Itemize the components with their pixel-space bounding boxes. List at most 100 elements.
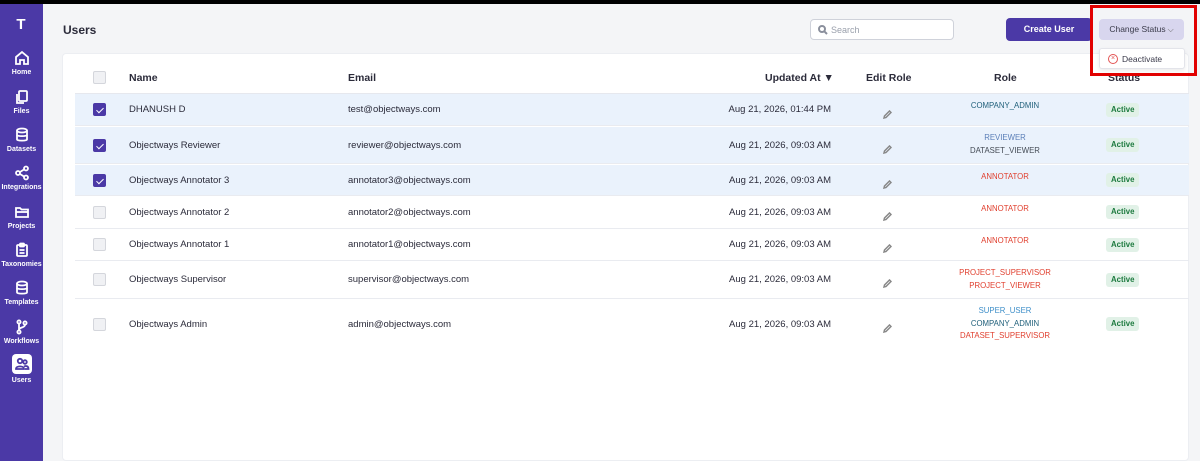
user-email: admin@objectways.com bbox=[348, 319, 452, 330]
column-header-updated-label: Updated At bbox=[765, 72, 821, 84]
role-tag: PROJECT_SUPERVISOR bbox=[959, 268, 1051, 277]
app-logo[interactable]: T bbox=[9, 13, 33, 37]
role-tag: SUPER_USER bbox=[978, 306, 1032, 315]
updated-at: Aug 21, 2026, 09:03 AM bbox=[729, 175, 831, 186]
search-box[interactable] bbox=[810, 19, 954, 40]
role-tag: COMPANY_ADMIN bbox=[970, 101, 1040, 110]
row-checkbox[interactable] bbox=[93, 139, 106, 152]
create-user-button[interactable]: Create User bbox=[1006, 18, 1092, 41]
role-tag: DATASET_VIEWER bbox=[970, 145, 1040, 155]
edit-role-pencil-icon[interactable] bbox=[882, 176, 893, 190]
sidebar-item-datasets[interactable]: Datasets bbox=[0, 127, 43, 153]
sidebar-item-users[interactable]: Users bbox=[0, 354, 43, 384]
layers-icon bbox=[12, 280, 32, 296]
sidebar-item-integrations[interactable]: Integrations bbox=[0, 165, 43, 191]
role-tag: COMPANY_ADMIN bbox=[970, 318, 1040, 328]
updated-at: Aug 21, 2026, 01:44 PM bbox=[728, 104, 831, 115]
updated-at: Aug 21, 2026, 09:03 AM bbox=[729, 140, 831, 151]
role-list: ANNOTATOR bbox=[935, 235, 1075, 248]
edit-role-pencil-icon[interactable] bbox=[882, 320, 893, 334]
sidebar-item-taxonomies[interactable]: Taxonomies bbox=[0, 242, 43, 268]
status-badge: Active bbox=[1106, 273, 1140, 287]
window-top-bar bbox=[0, 0, 1200, 4]
row-checkbox[interactable] bbox=[93, 206, 106, 219]
user-name: Objectways Annotator 3 bbox=[129, 175, 230, 186]
edit-role-pencil-icon[interactable] bbox=[882, 240, 893, 254]
sidebar-item-label: Users bbox=[11, 377, 32, 384]
sidebar-item-templates[interactable]: Templates bbox=[0, 280, 43, 306]
user-email: annotator3@objectways.com bbox=[348, 175, 471, 186]
role-list: PROJECT_SUPERVISOR PROJECT_VIEWER bbox=[935, 267, 1075, 292]
role-tag: REVIEWER bbox=[984, 133, 1026, 142]
sort-desc-icon[interactable]: ▼ bbox=[824, 72, 834, 84]
users-icon bbox=[11, 354, 32, 374]
role-tag: DATASET_SUPERVISOR bbox=[959, 331, 1051, 340]
column-header-updated[interactable]: Updated At ▼ bbox=[765, 72, 834, 84]
sidebar-item-files[interactable]: Files bbox=[0, 89, 43, 115]
column-header-edit-role: Edit Role bbox=[866, 72, 912, 84]
user-name: DHANUSH D bbox=[129, 104, 186, 115]
role-tag: ANNOTATOR bbox=[981, 204, 1029, 213]
user-name: Objectways Supervisor bbox=[129, 274, 227, 285]
edit-role-pencil-icon[interactable] bbox=[882, 275, 893, 289]
sidebar-item-label: Integrations bbox=[1, 184, 42, 191]
user-email: test@objectways.com bbox=[348, 104, 441, 115]
role-list: SUPER_USER COMPANY_ADMIN DATASET_SUPERVI… bbox=[935, 305, 1075, 343]
search-icon bbox=[818, 25, 828, 35]
role-tag: PROJECT_VIEWER bbox=[969, 280, 1041, 290]
page-title: Users bbox=[63, 23, 97, 37]
select-all-checkbox[interactable] bbox=[93, 71, 106, 84]
row-checkbox[interactable] bbox=[93, 103, 106, 116]
sidebar: T Home Files Datasets Integrations Proje… bbox=[0, 4, 43, 461]
search-input[interactable] bbox=[831, 22, 949, 37]
status-badge: Active bbox=[1106, 238, 1140, 252]
clipboard-icon bbox=[12, 242, 32, 258]
user-name: Objectways Reviewer bbox=[129, 140, 221, 151]
sidebar-item-label: Workflows bbox=[3, 338, 40, 345]
updated-at: Aug 21, 2026, 09:03 AM bbox=[729, 274, 831, 285]
row-checkbox[interactable] bbox=[93, 238, 106, 251]
sidebar-item-label: Home bbox=[11, 69, 32, 76]
role-tag: ANNOTATOR bbox=[981, 172, 1029, 181]
role-tag: ANNOTATOR bbox=[981, 236, 1029, 245]
sidebar-item-label: Files bbox=[13, 108, 30, 115]
user-email: annotator2@objectways.com bbox=[348, 207, 471, 218]
row-checkbox[interactable] bbox=[93, 318, 106, 331]
status-badge: Active bbox=[1106, 173, 1140, 187]
folder-icon bbox=[12, 204, 32, 220]
sidebar-item-workflows[interactable]: Workflows bbox=[0, 319, 43, 345]
row-checkbox[interactable] bbox=[93, 273, 106, 286]
column-header-email[interactable]: Email bbox=[348, 72, 376, 84]
sidebar-item-label: Projects bbox=[7, 223, 36, 230]
user-email: annotator1@objectways.com bbox=[348, 239, 471, 250]
files-icon bbox=[12, 89, 32, 105]
updated-at: Aug 21, 2026, 09:03 AM bbox=[729, 207, 831, 218]
git-branch-icon bbox=[12, 319, 32, 335]
column-header-role: Role bbox=[994, 72, 1017, 84]
role-list: ANNOTATOR bbox=[935, 171, 1075, 184]
user-email: reviewer@objectways.com bbox=[348, 140, 462, 151]
share-icon bbox=[12, 165, 32, 181]
user-name: Objectways Annotator 2 bbox=[129, 207, 230, 218]
sidebar-item-label: Taxonomies bbox=[1, 261, 42, 268]
home-icon bbox=[12, 50, 32, 66]
user-name: Objectways Admin bbox=[129, 319, 208, 330]
status-badge: Active bbox=[1106, 103, 1140, 117]
column-header-name[interactable]: Name bbox=[129, 72, 158, 84]
sidebar-item-home[interactable]: Home bbox=[0, 50, 43, 76]
updated-at: Aug 21, 2026, 09:03 AM bbox=[729, 319, 831, 330]
role-list: COMPANY_ADMIN bbox=[935, 100, 1075, 113]
sidebar-item-projects[interactable]: Projects bbox=[0, 204, 43, 230]
edit-role-pencil-icon[interactable] bbox=[882, 141, 893, 155]
user-name: Objectways Annotator 1 bbox=[129, 239, 230, 250]
edit-role-pencil-icon[interactable] bbox=[882, 106, 893, 120]
row-checkbox[interactable] bbox=[93, 174, 106, 187]
database-icon bbox=[12, 127, 32, 143]
user-email: supervisor@objectways.com bbox=[348, 274, 470, 285]
edit-role-pencil-icon[interactable] bbox=[882, 208, 893, 222]
updated-at: Aug 21, 2026, 09:03 AM bbox=[729, 239, 831, 250]
sidebar-item-label: Datasets bbox=[6, 146, 37, 153]
highlight-annotation-box bbox=[1090, 5, 1197, 76]
sidebar-item-label: Templates bbox=[4, 299, 39, 306]
role-list: ANNOTATOR bbox=[935, 203, 1075, 216]
